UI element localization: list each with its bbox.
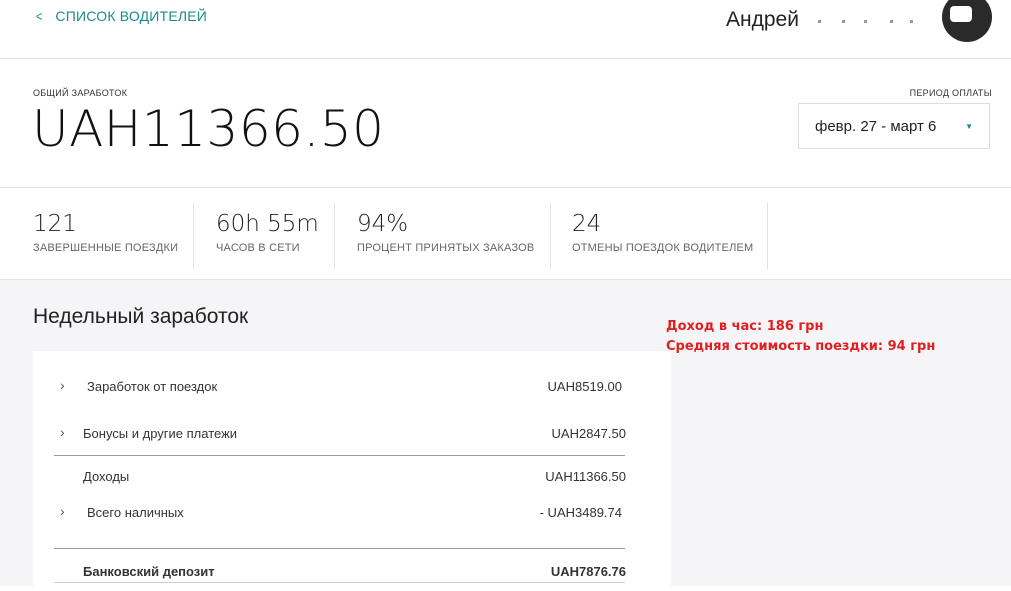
stat-label: ЧАСОВ В СЕТИ <box>216 242 300 254</box>
stat-value: 94% <box>357 211 409 237</box>
divider <box>0 187 1011 188</box>
row-divider <box>54 548 625 549</box>
back-to-driver-list-link[interactable]: < СПИСОК ВОДИТЕЛЕЙ <box>35 8 207 24</box>
stat-label: ЗАВЕРШЕННЫЕ ПОЕЗДКИ <box>33 242 179 254</box>
total-earnings-value: UAH11366.50 <box>32 100 385 158</box>
row-value: UAH2847.50 <box>551 426 626 441</box>
chevron-right-icon: › <box>60 424 65 440</box>
stat-acceptance-rate: 94% ПРОЦЕНТ ПРИНЯТЫХ ЗАКАЗОВ <box>357 203 551 269</box>
chevron-right-icon: › <box>60 503 65 519</box>
pay-period-label: ПЕРИОД ОПЛАТЫ <box>909 88 992 98</box>
back-link-label: СПИСОК ВОДИТЕЛЕЙ <box>55 8 208 24</box>
stat-value: 24 <box>572 211 602 237</box>
chevron-left-icon: < <box>35 8 43 24</box>
caret-down-icon: ▼ <box>965 122 973 131</box>
driver-name: Андрей <box>726 8 799 31</box>
stat-value: 121 <box>33 211 77 237</box>
row-value: UAH7876.76 <box>550 564 626 579</box>
stat-value: 60h 55m <box>216 211 319 237</box>
chevron-right-icon: › <box>60 377 65 393</box>
annotation-average-trip-cost: Средняя стоимость поездки: 94 грн <box>666 339 936 354</box>
row-value: - UAH3489.74 <box>539 505 622 520</box>
stat-driver-cancellations: 24 ОТМЕНЫ ПОЕЗДОК ВОДИТЕЛЕМ <box>572 203 768 269</box>
row-label: Бонусы и другие платежи <box>83 426 238 441</box>
weekly-earnings-title: Недельный заработок <box>33 305 249 328</box>
stat-label: ОТМЕНЫ ПОЕЗДОК ВОДИТЕЛЕМ <box>572 242 754 254</box>
pay-period-value: февр. 27 - март 6 <box>815 117 937 135</box>
row-label: Заработок от поездок <box>87 379 218 394</box>
annotation-hourly-income: Доход в час: 186 грн <box>666 319 824 334</box>
redacted-surname <box>812 12 942 30</box>
weekly-earnings-card: › Заработок от поездок UAH8519.00 › Бону… <box>33 351 671 591</box>
row-label: Всего наличных <box>87 505 184 520</box>
row-label: Банковский депозит <box>83 564 215 579</box>
row-value: UAH8519.00 <box>547 379 622 394</box>
row-divider <box>54 582 625 583</box>
row-label: Доходы <box>83 469 130 484</box>
total-earnings-label: ОБЩИЙ ЗАРАБОТОК <box>33 88 128 98</box>
annotation-note: Доход в час: 186 грн Средняя стоимость п… <box>666 317 935 357</box>
stat-hours-online: 60h 55m ЧАСОВ В СЕТИ <box>216 203 335 269</box>
row-divider <box>54 455 625 456</box>
row-value: UAH11366.50 <box>545 469 626 484</box>
pay-period-select[interactable]: февр. 27 - март 6 ▼ <box>798 103 990 149</box>
stat-completed-trips: 121 ЗАВЕРШЕННЫЕ ПОЕЗДКИ <box>33 203 194 269</box>
stat-label: ПРОЦЕНТ ПРИНЯТЫХ ЗАКАЗОВ <box>357 242 535 254</box>
